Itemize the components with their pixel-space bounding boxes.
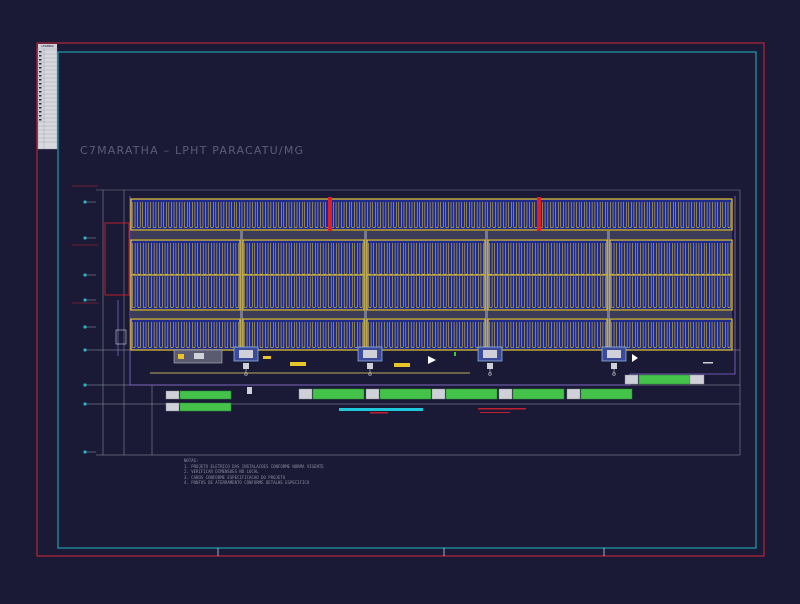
legend-symbol: [39, 83, 42, 85]
pv-block: [487, 318, 608, 351]
internal-road: [131, 231, 732, 239]
green-block-label: [298, 388, 313, 400]
green-block: [179, 390, 232, 400]
green-block-label: [365, 388, 380, 400]
gate-symbol: [115, 329, 127, 345]
green-block-label: [624, 374, 639, 385]
legend-symbol: [39, 103, 42, 105]
solar-plant-layout-drawing: [36, 42, 765, 557]
north-arrow-marker: [428, 356, 436, 364]
legend-symbol: [39, 111, 42, 113]
green-block: [179, 402, 232, 412]
legend-symbol: [39, 119, 42, 121]
legend-symbol: [39, 107, 42, 109]
red-zone: [104, 222, 130, 296]
green-block-label: [165, 402, 180, 412]
red-cable-bar: [328, 197, 332, 231]
legend-symbol: [39, 115, 42, 117]
pv-block: [366, 318, 486, 351]
inverter-core: [607, 350, 621, 358]
green-block-label: [689, 374, 705, 385]
north-arrow-marker: [632, 354, 638, 362]
green-block: [580, 388, 633, 400]
small-equipment: [247, 387, 252, 394]
green-block: [512, 388, 565, 400]
inverter-base: [487, 363, 493, 369]
green-block: [638, 374, 691, 385]
yellow-equipment-pad: [290, 362, 306, 366]
green-block: [312, 388, 365, 400]
note-line: 4. PONTOS DE ATERRAMENTO CONFORME DETALH…: [184, 480, 310, 486]
legend-table-header: LEGENDA: [38, 44, 57, 48]
legend-symbol: [39, 95, 42, 97]
green-block-label: [566, 388, 581, 400]
drawing-title: C7MARATHA – LPHT PARACATU/MG: [80, 144, 305, 157]
inverter-base: [611, 363, 617, 369]
pv-block: [609, 318, 733, 351]
legend-symbol: [39, 71, 42, 73]
green-block-label: [498, 388, 513, 400]
green-block: [445, 388, 498, 400]
legend-symbol: [39, 87, 42, 89]
legend-symbol: [39, 55, 42, 57]
legend-symbol: [39, 59, 42, 61]
green-block: [379, 388, 432, 400]
inverter-base: [367, 363, 373, 369]
red-annotation: [478, 408, 526, 410]
pv-block: [242, 318, 365, 351]
cad-drawing-canvas[interactable]: [0, 0, 800, 600]
control-building-detail: [178, 354, 184, 359]
legend-symbol: [39, 91, 42, 93]
scale-mark: [703, 362, 713, 364]
yellow-equipment-pad: [263, 356, 271, 359]
general-notes: NOTAS: 1. PROJETO ELETRICO DAS INSTALACO…: [184, 458, 324, 486]
legend-symbol: [39, 79, 42, 81]
red-annotation: [480, 412, 510, 413]
legend-symbol: [39, 75, 42, 77]
inverter-core: [239, 350, 253, 358]
green-block-label: [431, 388, 446, 400]
red-cable-bar: [537, 197, 541, 231]
pv-block: [130, 318, 241, 351]
red-annotation: [370, 412, 388, 414]
legend-symbol: [39, 99, 42, 101]
green-block-label: [165, 390, 180, 400]
legend-symbol: [39, 63, 42, 65]
small-equipment: [454, 352, 456, 356]
internal-road: [131, 311, 732, 318]
legend-symbol: [39, 67, 42, 69]
inverter-base: [243, 363, 249, 369]
legend-symbol: [39, 51, 42, 53]
inverter-core: [483, 350, 497, 358]
inverter-core: [363, 350, 377, 358]
cyan-cable-tray: [339, 408, 423, 411]
yellow-equipment-pad: [394, 363, 410, 367]
control-building-detail: [194, 353, 204, 359]
